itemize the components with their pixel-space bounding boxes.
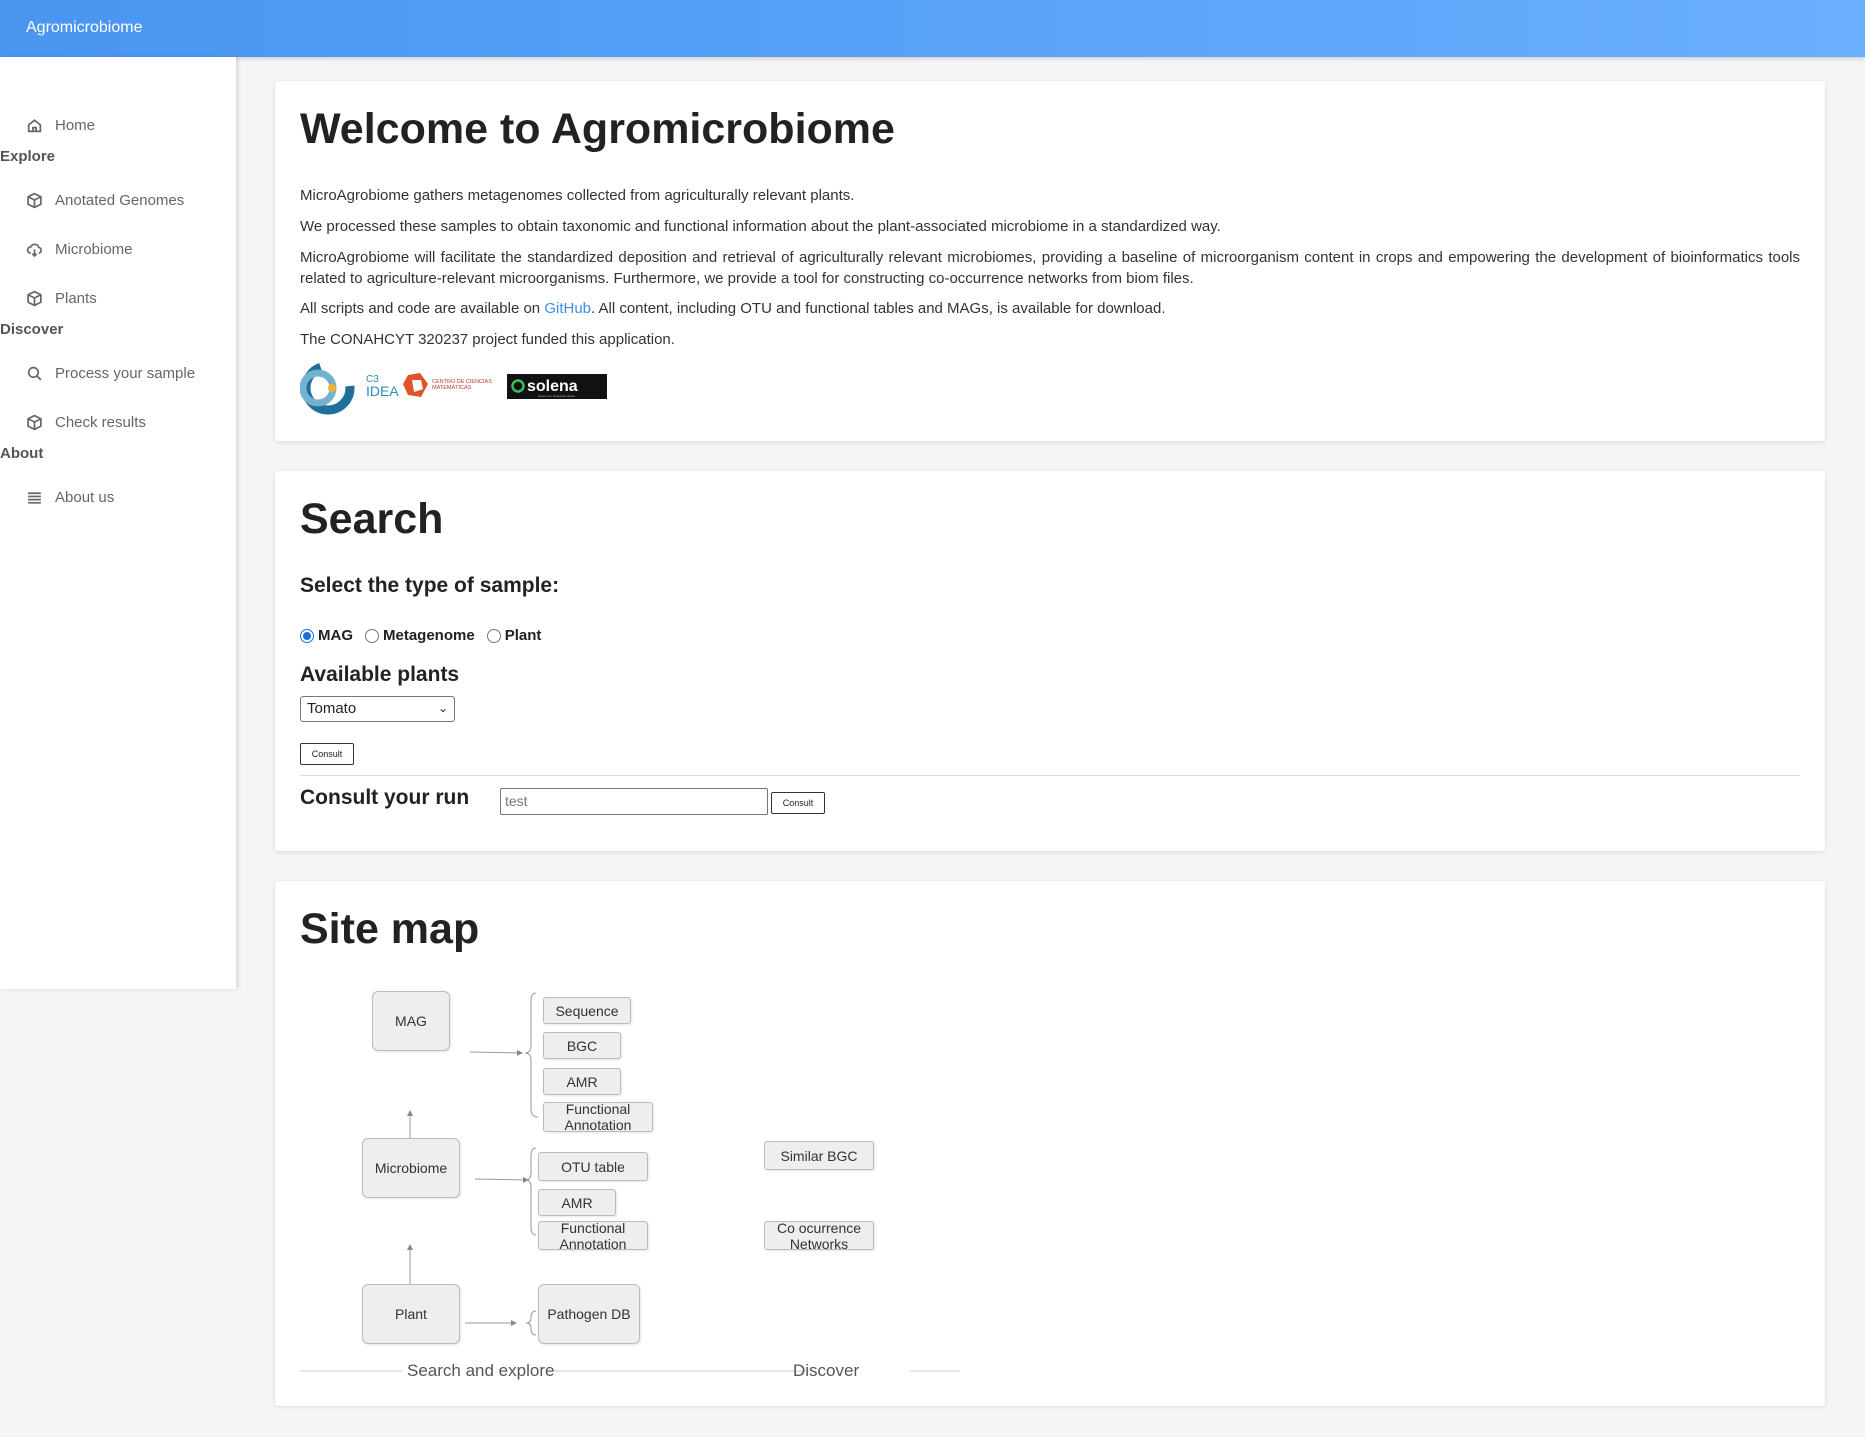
radio-label-mag[interactable]: MAG	[318, 627, 353, 644]
section-about: About	[0, 445, 44, 462]
top-bar: Agromicrobiome	[0, 0, 1865, 57]
available-plants-heading: Available plants	[300, 663, 460, 686]
home-icon	[27, 118, 42, 132]
sitemap-card: Site map MAG Microbiome Plant Sequence B…	[275, 881, 1825, 1406]
code-paragraph: All scripts and code are available on Gi…	[300, 300, 1166, 317]
sitemap-node-sequence[interactable]: Sequence	[543, 997, 631, 1024]
divider	[300, 775, 1800, 776]
intro-paragraph: MicroAgrobiome gathers metagenomes colle…	[300, 187, 855, 204]
welcome-card: Welcome to Agromicrobiome MicroAgrobiome…	[275, 81, 1825, 441]
menu-icon	[28, 491, 41, 504]
ccm-logo: CENTRO DE CIENCIAS MATEMÁTICAS	[403, 373, 492, 397]
cube-icon	[27, 414, 42, 430]
sitemap-node-similar-bgc[interactable]: Similar BGC	[764, 1141, 874, 1170]
svg-text:solena: solena	[527, 378, 578, 395]
svg-text:MATEMÁTICAS: MATEMÁTICAS	[432, 384, 472, 391]
plant-select[interactable]: Tomato ⌄	[300, 696, 455, 722]
consult-plant-button[interactable]: Consult	[300, 743, 354, 765]
radio-label-metagenome[interactable]: Metagenome	[383, 627, 475, 644]
sidebar-item-label: Check results	[55, 413, 146, 431]
sidebar-item-label: Home	[55, 116, 96, 134]
sample-type-heading: Select the type of sample:	[300, 574, 560, 597]
consult-run-button[interactable]: Consult	[771, 792, 825, 814]
page-title: Welcome to Agromicrobiome	[300, 105, 895, 153]
cube-icon	[27, 290, 42, 306]
sidebar-item-label: About us	[55, 488, 115, 506]
sidebar-item-label: Anotated Genomes	[55, 191, 185, 209]
sponsor-logos: C3 IDEA CENTRO DE CIENCIAS MATEMÁTICAS s…	[300, 361, 607, 415]
sidebar-item-label: Microbiome	[55, 240, 133, 258]
section-discover: Discover	[0, 321, 64, 338]
sidebar-item-process[interactable]: Process your sample	[26, 361, 195, 385]
sitemap-node-amr[interactable]: AMR	[543, 1068, 621, 1095]
brand-link[interactable]: Agromicrobiome	[26, 19, 142, 37]
sidebar: Home Explore Anotated Genomes Microbiome…	[0, 57, 236, 989]
sidebar-item-plants[interactable]: Plants	[26, 286, 97, 310]
sitemap-node-functional-annotation-microbiome[interactable]: Functional Annotation	[538, 1220, 648, 1252]
search-card: Search Select the type of sample: MAG Me…	[275, 471, 1825, 851]
radio-plant[interactable]	[486, 628, 501, 643]
sitemap-node-functional-annotation[interactable]: Functional Annotation	[543, 1101, 653, 1133]
radio-label-plant[interactable]: Plant	[505, 627, 542, 644]
sitemap-node-co-occurrence[interactable]: Co ocurrence Networks	[764, 1220, 874, 1252]
sitemap-node-amr-microbiome[interactable]: AMR	[538, 1189, 616, 1216]
sidebar-item-check-results[interactable]: Check results	[26, 410, 146, 434]
search-icon	[27, 366, 42, 380]
cloud-download-icon	[26, 242, 42, 257]
radio-mag[interactable]	[300, 628, 314, 643]
sitemap-node-plant[interactable]: Plant	[362, 1284, 460, 1344]
sidebar-item-about-us[interactable]: About us	[26, 485, 114, 509]
c3-idea-logo: C3 IDEA	[300, 361, 399, 415]
funding-paragraph: The CONAHCYT 320237 project funded this …	[300, 331, 675, 348]
sidebar-item-label: Plants	[55, 289, 97, 307]
github-link[interactable]: GitHub	[544, 300, 591, 317]
sitemap-title: Site map	[300, 905, 480, 953]
sitemap-node-pathogen-db[interactable]: Pathogen DB	[538, 1284, 640, 1344]
search-title: Search	[300, 495, 444, 543]
sample-type-radio-group: MAG Metagenome Plant	[300, 627, 553, 644]
sidebar-item-microbiome[interactable]: Microbiome	[26, 237, 133, 261]
sitemap-diagram: MAG Microbiome Plant Sequence BGC AMR Fu…	[300, 981, 960, 1391]
sidebar-item-genomes[interactable]: Anotated Genomes	[26, 188, 184, 212]
run-input[interactable]: test	[500, 788, 768, 815]
svg-text:IDEA: IDEA	[366, 383, 399, 399]
purpose-paragraph: MicroAgrobiome will facilitate the stand…	[300, 249, 1800, 287]
sitemap-node-mag[interactable]: MAG	[372, 991, 450, 1051]
sidebar-item-label: Process your sample	[55, 364, 196, 382]
radio-metagenome[interactable]	[365, 628, 379, 643]
section-explore: Explore	[0, 148, 56, 165]
process-paragraph: We processed these samples to obtain tax…	[300, 218, 1221, 235]
sidebar-item-home[interactable]: Home	[26, 113, 95, 137]
sitemap-node-otu-table[interactable]: OTU table	[538, 1152, 648, 1181]
caption-discover: Discover	[793, 1361, 860, 1380]
svg-text:boost your biological capital: boost your biological capital	[538, 394, 575, 398]
consult-run-heading: Consult your run	[300, 786, 470, 809]
chevron-down-icon: ⌄	[437, 701, 448, 715]
sitemap-node-bgc[interactable]: BGC	[543, 1032, 621, 1059]
cube-icon	[27, 192, 42, 208]
sitemap-node-microbiome[interactable]: Microbiome	[362, 1138, 460, 1198]
solena-logo: solena boost your biological capital	[507, 374, 607, 399]
caption-search-explore: Search and explore	[407, 1361, 555, 1380]
plant-select-value: Tomato	[307, 700, 357, 717]
